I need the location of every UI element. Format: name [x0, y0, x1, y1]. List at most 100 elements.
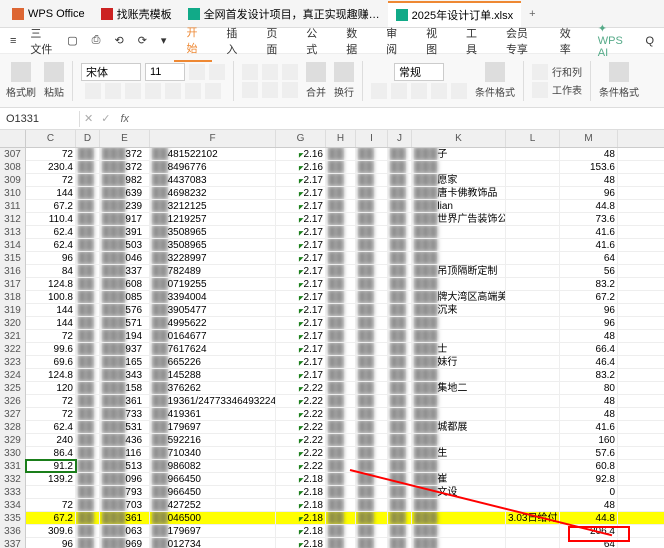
cell[interactable]: ███崔 — [412, 473, 506, 485]
cell[interactable]: ██179697 — [150, 421, 276, 433]
cell[interactable]: ██ — [76, 525, 100, 537]
wrap-icon[interactable] — [334, 62, 354, 82]
format-painter-icon[interactable] — [11, 62, 31, 82]
cell[interactable]: 144 — [26, 187, 76, 199]
cell[interactable]: ███503 — [100, 239, 150, 251]
cell[interactable]: ███愿家 — [412, 174, 506, 186]
row-header[interactable]: 315 — [0, 252, 26, 265]
cell[interactable]: 99.6 — [26, 343, 76, 355]
cell[interactable]: ███妹行 — [412, 356, 506, 368]
cell[interactable]: ██0719255 — [150, 278, 276, 290]
cell[interactable] — [506, 434, 560, 446]
cell[interactable]: ███194 — [100, 330, 150, 342]
cell[interactable]: ██ — [76, 330, 100, 342]
row-header[interactable]: 331 — [0, 460, 26, 473]
cell[interactable]: ██ — [388, 512, 412, 524]
cell[interactable]: ██ — [76, 291, 100, 303]
row-header[interactable]: 321 — [0, 330, 26, 343]
align-left-icon[interactable] — [242, 82, 258, 98]
cell[interactable]: ███ — [412, 317, 506, 329]
row-header[interactable]: 307 — [0, 148, 26, 161]
cell[interactable]: ██ — [326, 356, 356, 368]
row-header[interactable]: 322 — [0, 343, 26, 356]
cell[interactable]: ██ — [388, 499, 412, 511]
cell[interactable]: ███391 — [100, 226, 150, 238]
cell[interactable]: ◤2.17 — [276, 343, 326, 355]
cell[interactable]: 57.6 — [560, 447, 618, 459]
cell[interactable]: ██1219257 — [150, 213, 276, 225]
row-header[interactable]: 324 — [0, 369, 26, 382]
paste-icon[interactable] — [44, 62, 64, 82]
cell[interactable]: ██ — [326, 395, 356, 407]
cell[interactable]: ███158 — [100, 382, 150, 394]
fill-color-icon[interactable] — [185, 83, 201, 99]
cell[interactable]: ██3508965 — [150, 226, 276, 238]
cell[interactable]: ██4698232 — [150, 187, 276, 199]
cell[interactable]: ██ — [388, 447, 412, 459]
cell[interactable]: 44.8 — [560, 200, 618, 212]
border-icon[interactable] — [205, 83, 221, 99]
align-mid-icon[interactable] — [262, 64, 278, 80]
cell[interactable]: ██ — [356, 395, 388, 407]
cell[interactable]: ███571 — [100, 317, 150, 329]
align-bot-icon[interactable] — [282, 64, 298, 80]
cell[interactable]: ██ — [356, 460, 388, 472]
menu-btn[interactable]: ⟲ — [108, 30, 129, 51]
cell[interactable]: ◤2.17 — [276, 278, 326, 290]
cell[interactable]: 66.4 — [560, 343, 618, 355]
cell[interactable]: ██ — [388, 460, 412, 472]
cell[interactable]: ██966450 — [150, 473, 276, 485]
name-box[interactable]: O1331 — [0, 111, 80, 127]
ribbon-tab[interactable]: 会员专享 — [494, 21, 546, 61]
cell[interactable]: ██3212125 — [150, 200, 276, 212]
cell[interactable]: ███生 — [412, 447, 506, 459]
cell[interactable]: ██ — [356, 408, 388, 420]
cell[interactable]: ███ — [412, 161, 506, 173]
cell[interactable] — [506, 447, 560, 459]
underline-icon[interactable] — [125, 83, 141, 99]
cell[interactable]: ██ — [356, 317, 388, 329]
cell[interactable]: ◤2.17 — [276, 239, 326, 251]
cell[interactable]: 69.6 — [26, 356, 76, 368]
cell[interactable] — [506, 161, 560, 173]
cell[interactable]: ██ — [76, 265, 100, 277]
align-top-icon[interactable] — [242, 64, 258, 80]
formula-input[interactable] — [135, 117, 664, 121]
cell[interactable]: ██ — [76, 187, 100, 199]
cancel-icon[interactable]: ✕ — [80, 112, 97, 125]
cell[interactable] — [506, 525, 560, 537]
cell[interactable]: ██ — [326, 291, 356, 303]
cell[interactable]: ██145288 — [150, 369, 276, 381]
cell[interactable]: ██ — [76, 408, 100, 420]
cell[interactable]: ██782489 — [150, 265, 276, 277]
cell[interactable]: 124.8 — [26, 369, 76, 381]
cell[interactable]: ◤2.17 — [276, 369, 326, 381]
cell[interactable]: ███ — [412, 538, 506, 548]
cell[interactable]: ██ — [388, 291, 412, 303]
cell[interactable]: ██7617624 — [150, 343, 276, 355]
cell[interactable]: ◤2.22 — [276, 447, 326, 459]
cell[interactable]: ██ — [388, 356, 412, 368]
row-header[interactable]: 334 — [0, 499, 26, 512]
cell[interactable]: ██ — [326, 486, 356, 498]
cell[interactable]: ◤2.22 — [276, 408, 326, 420]
cell[interactable]: ███982 — [100, 174, 150, 186]
cell[interactable]: ██ — [388, 187, 412, 199]
title-tab[interactable]: 找账壳模板 — [93, 2, 180, 26]
cell[interactable]: 41.6 — [560, 226, 618, 238]
cell[interactable]: 62.4 — [26, 226, 76, 238]
align-right-icon[interactable] — [282, 82, 298, 98]
cell[interactable]: 0 — [560, 486, 618, 498]
col-header[interactable]: I — [356, 130, 388, 147]
cell[interactable] — [506, 213, 560, 225]
cell[interactable]: 160 — [560, 434, 618, 446]
cell[interactable]: ██3394004 — [150, 291, 276, 303]
bold-icon[interactable] — [85, 83, 101, 99]
cell[interactable]: ██ — [356, 434, 388, 446]
cell[interactable]: 72 — [26, 174, 76, 186]
cell[interactable]: 110.4 — [26, 213, 76, 225]
cell[interactable]: 67.2 — [26, 200, 76, 212]
cell[interactable]: ███沉来 — [412, 304, 506, 316]
cell[interactable]: ██ — [326, 239, 356, 251]
cell[interactable]: 153.6 — [560, 161, 618, 173]
